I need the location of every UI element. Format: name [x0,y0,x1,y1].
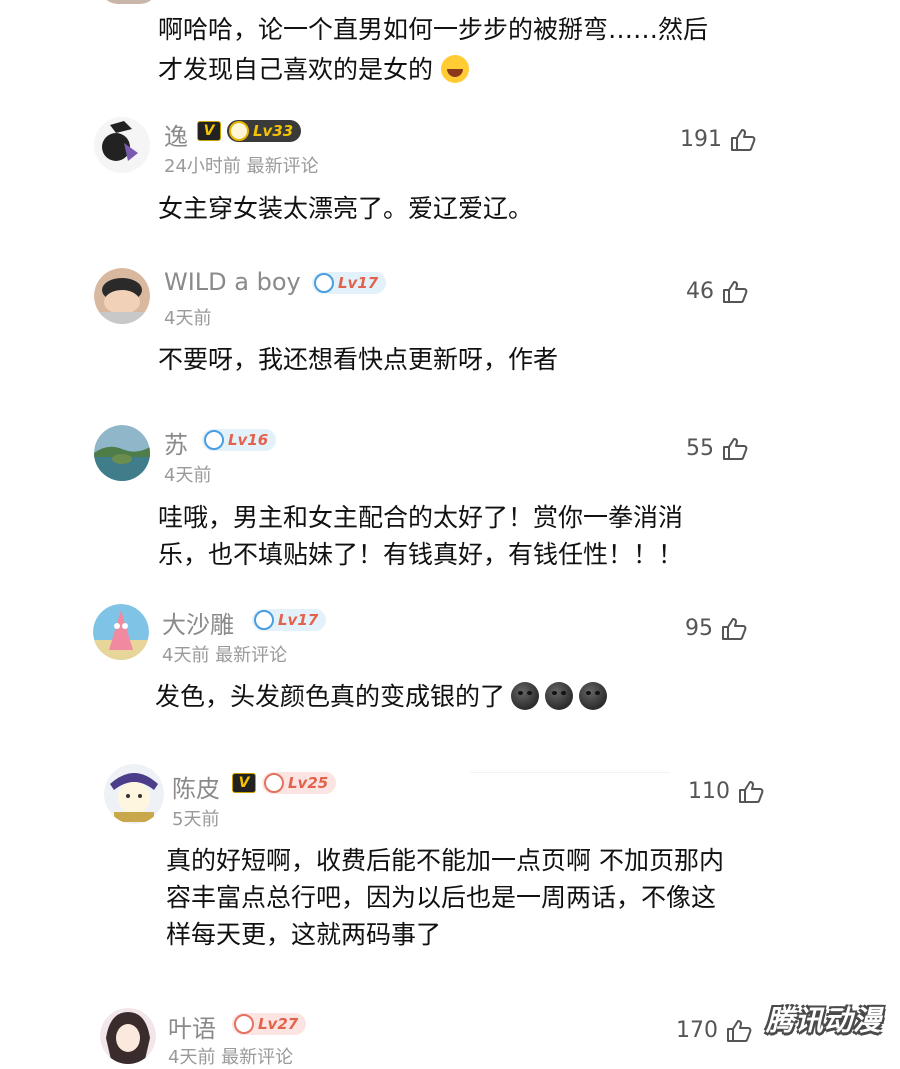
comment-text: 发色，头发颜色真的变成银的了 [155,678,608,715]
top-comment-line-2: 才发现自己喜欢的是女的 [158,55,434,84]
watermark-logo: 腾讯动漫 [765,1004,882,1037]
comment-meta: 24小时前 最新评论 [164,156,319,177]
avatar[interactable] [94,268,150,324]
thumbs-up-icon[interactable] [730,128,756,152]
avatar[interactable] [100,1008,156,1064]
username[interactable]: 陈皮 [172,769,220,804]
username[interactable]: WILD a boy [164,268,301,296]
like-count: 110 [688,779,730,804]
like-count: 170 [676,1018,718,1043]
level-text: Lv33 [253,122,294,140]
thumbs-up-icon[interactable] [722,437,748,461]
top-comment-line-1: 啊哈哈，论一个直男如何一步步的被掰弯……然后 [158,15,709,44]
level-badge: Lv16 [202,429,277,451]
new-moon-face-icon [511,682,540,710]
comment-meta: 4天前 [164,465,212,486]
new-moon-face-icon [579,682,608,710]
level-badge: Lv25 [262,772,337,794]
like-button[interactable]: 110 [688,779,764,804]
username[interactable]: 逸 [164,117,188,152]
comment-text: 女主穿女装太漂亮了。爱辽爱辽。 [158,194,534,223]
level-badge-icon [234,1014,254,1034]
level-badge: Lv33 [227,120,302,142]
comment-meta: 4天前 最新评论 [168,1047,294,1068]
level-text: Lv25 [288,774,329,792]
thumbs-up-icon[interactable] [721,617,747,641]
like-count: 191 [680,127,722,152]
level-badge: Lv27 [232,1013,307,1035]
level-globe-icon [254,610,274,630]
like-button[interactable]: 170 [676,1018,752,1043]
level-text: Lv16 [228,431,269,449]
level-badge: Lv17 [252,609,327,631]
like-button[interactable]: 95 [685,616,747,641]
divider [470,772,670,773]
crown-icon [229,121,249,141]
level-text: Lv27 [258,1015,299,1033]
like-count: 55 [686,436,714,461]
thumbs-up-icon[interactable] [738,780,764,804]
like-count: 46 [686,279,714,304]
level-globe-icon [204,430,224,450]
like-button[interactable]: 191 [680,127,756,152]
level-badge: Lv17 [312,272,387,294]
username[interactable]: 大沙雕 [162,605,234,640]
avatar[interactable] [93,604,149,660]
avatar[interactable] [94,117,150,173]
new-moon-face-icon [545,682,574,710]
level-globe-icon [314,273,334,293]
level-badge-icon [264,773,284,793]
like-button[interactable]: 55 [686,436,748,461]
level-text: Lv17 [278,611,319,629]
vip-badge-icon: V [197,121,221,141]
comment-meta: 5天前 [172,809,220,830]
level-text: Lv17 [338,274,379,292]
username[interactable]: 叶语 [168,1009,216,1044]
vip-badge-icon: V [232,773,256,793]
comment-text: 不要呀，我还想看快点更新呀，作者 [158,345,559,374]
thumbs-up-icon[interactable] [726,1019,752,1043]
thumbs-up-icon[interactable] [722,280,748,304]
comment-text: 真的好短啊，收费后能不能加一点页啊 不加页那内 容丰富点总行吧，因为以后也是一周… [166,846,724,949]
like-count: 95 [685,616,713,641]
comment-text: 哇哦，男主和女主配合的太好了！赏你一拳消消 乐，也不填贴妹了！有钱真好，有钱任性… [158,503,684,569]
top-comment-text: 啊哈哈，论一个直男如何一步步的被掰弯……然后 才发现自己喜欢的是女的 [158,10,778,90]
username[interactable]: 苏 [164,425,188,460]
avatar[interactable] [104,764,164,824]
comment-meta: 4天前 最新评论 [162,645,288,666]
comment-meta: 4天前 [164,308,212,329]
laughing-tears-emoji-icon [440,55,469,83]
previous-avatar[interactable] [100,0,158,4]
like-button[interactable]: 46 [686,279,748,304]
avatar[interactable] [94,425,150,481]
